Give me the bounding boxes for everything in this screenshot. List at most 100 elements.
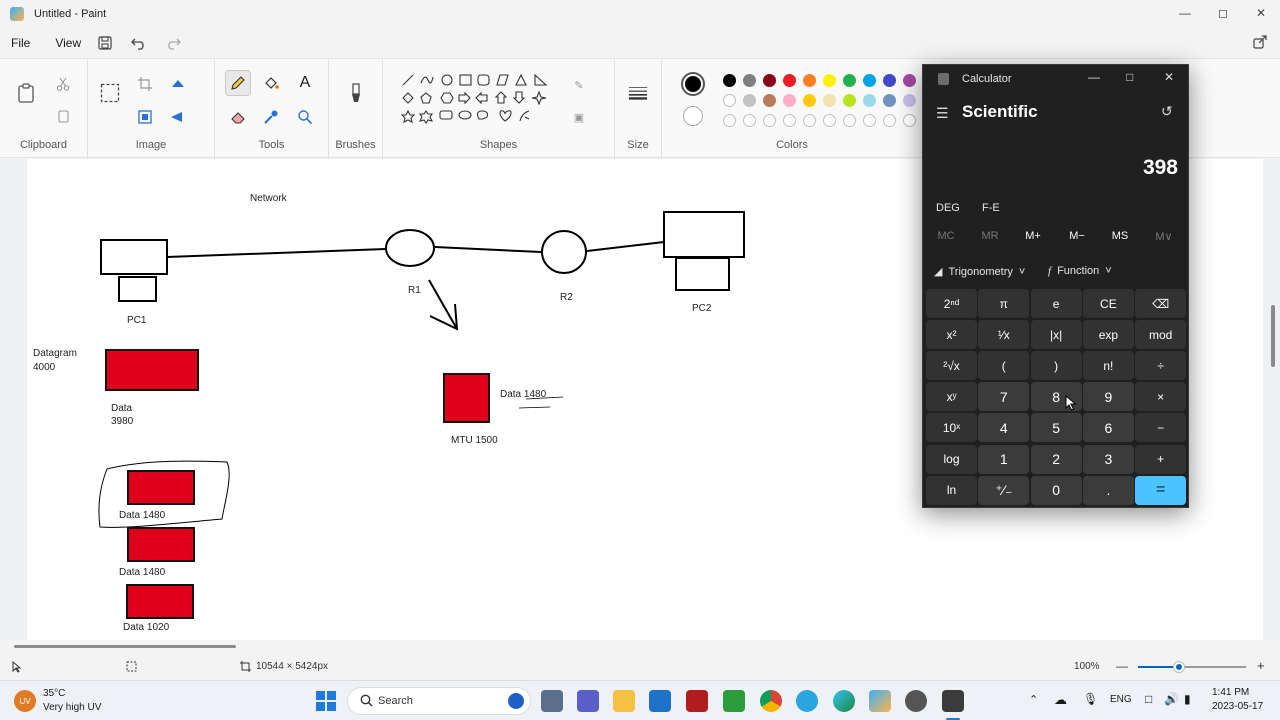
nav-menu-icon[interactable]: ☰	[936, 105, 949, 122]
deg-toggle[interactable]: DEG	[936, 202, 960, 214]
rotate-icon[interactable]	[168, 74, 188, 94]
size-icon[interactable]	[628, 83, 648, 103]
color-swatch[interactable]	[763, 94, 776, 107]
outline-icon[interactable]: ✎	[569, 75, 589, 95]
equals-key[interactable]: =	[1135, 475, 1187, 505]
shapes-gallery[interactable]	[401, 73, 549, 125]
volume-icon[interactable]: 🔊	[1164, 692, 1179, 706]
file-explorer-icon[interactable]	[613, 690, 635, 712]
zoom-slider-track[interactable]	[1138, 662, 1246, 672]
clear-entry-key[interactable]: CE	[1082, 289, 1134, 318]
color-swatch[interactable]	[723, 94, 736, 107]
exp-key[interactable]: exp	[1082, 320, 1134, 350]
digit-5-key[interactable]: 5	[1030, 413, 1082, 443]
undo-icon[interactable]	[129, 33, 149, 53]
color-swatch[interactable]	[803, 94, 816, 107]
menu-view[interactable]: View	[55, 36, 81, 50]
color-picker-icon[interactable]	[261, 107, 281, 127]
color-swatch[interactable]	[843, 94, 856, 107]
digit-1-key[interactable]: 1	[978, 444, 1030, 474]
weather-icon[interactable]: UV	[14, 690, 36, 712]
calculator-taskbar-icon[interactable]	[942, 690, 964, 712]
absolute-key[interactable]: |x|	[1030, 320, 1082, 350]
plus-key[interactable]: +	[1135, 444, 1187, 474]
shape-fill-icon[interactable]: ▣	[569, 107, 589, 127]
custom-color-slot[interactable]	[903, 114, 916, 127]
start-icon[interactable]	[316, 691, 336, 711]
custom-color-slot[interactable]	[723, 114, 736, 127]
color-swatch[interactable]	[743, 94, 756, 107]
teams-icon[interactable]	[577, 690, 599, 712]
color-swatch[interactable]	[843, 74, 856, 87]
color-swatch[interactable]	[783, 74, 796, 87]
function-dropdown[interactable]: f Function ˅	[1048, 265, 1112, 277]
digit-4-key[interactable]: 4	[978, 413, 1030, 443]
taskbar-search[interactable]: Search	[347, 687, 531, 715]
digit-2-key[interactable]: 2	[1030, 444, 1082, 474]
color-swatch[interactable]	[903, 74, 916, 87]
custom-color-slot[interactable]	[783, 114, 796, 127]
color-swatch[interactable]	[883, 74, 896, 87]
open-paren-key[interactable]: (	[978, 351, 1030, 381]
chrome-icon[interactable]	[760, 690, 782, 712]
clock-time[interactable]: 1:41 PM	[1212, 687, 1249, 698]
zoom-out-button[interactable]: —	[1116, 659, 1128, 673]
maximize-button[interactable]: ◻	[1204, 0, 1242, 26]
brush-icon[interactable]	[346, 83, 366, 103]
color-swatch[interactable]	[803, 74, 816, 87]
color-swatch[interactable]	[823, 74, 836, 87]
fe-toggle[interactable]: F-E	[982, 202, 1000, 214]
resize-icon[interactable]	[135, 107, 155, 127]
color-swatch[interactable]	[743, 74, 756, 87]
decimal-key[interactable]: .	[1082, 475, 1134, 505]
multiply-key[interactable]: ×	[1135, 382, 1187, 412]
calc-maximize-button[interactable]: □	[1126, 70, 1133, 84]
close-button[interactable]: ✕	[1242, 0, 1280, 26]
custom-color-slot[interactable]	[763, 114, 776, 127]
color-swatch[interactable]	[823, 94, 836, 107]
color-swatch[interactable]	[883, 94, 896, 107]
mod-key[interactable]: mod	[1135, 320, 1187, 350]
custom-color-slot[interactable]	[823, 114, 836, 127]
color-swatch[interactable]	[763, 74, 776, 87]
tray-overflow-icon[interactable]: ⌃	[1029, 693, 1038, 706]
horizontal-scrollbar[interactable]	[14, 645, 236, 648]
cut-icon[interactable]	[53, 74, 73, 94]
digit-6-key[interactable]: 6	[1082, 413, 1134, 443]
select-icon[interactable]	[100, 83, 120, 103]
edge-icon[interactable]	[833, 690, 855, 712]
zoom-slider-thumb[interactable]	[1174, 662, 1184, 672]
color-swatch[interactable]	[903, 94, 916, 107]
log-key[interactable]: log	[926, 444, 977, 474]
digit-0-key[interactable]: 0	[1030, 475, 1082, 505]
share-icon[interactable]	[1252, 34, 1270, 52]
custom-color-slot[interactable]	[863, 114, 876, 127]
memory-recall-button[interactable]: MR	[968, 230, 1012, 242]
close-paren-key[interactable]: )	[1030, 351, 1082, 381]
factorial-key[interactable]: n!	[1082, 351, 1134, 381]
color-swatch[interactable]	[863, 74, 876, 87]
square-key[interactable]: x²	[926, 320, 977, 350]
memory-add-button[interactable]: M+	[1011, 230, 1055, 242]
battery-icon[interactable]: ▮	[1184, 692, 1191, 706]
color-swatch[interactable]	[783, 94, 796, 107]
pi-key[interactable]: π	[978, 289, 1030, 318]
divide-key[interactable]: ÷	[1135, 351, 1187, 381]
crop-icon[interactable]	[135, 74, 155, 94]
paint-taskbar-icon[interactable]	[869, 690, 891, 712]
eraser-icon[interactable]	[228, 107, 248, 127]
calc-minimize-button[interactable]: —	[1088, 70, 1100, 84]
color-swatch[interactable]	[863, 94, 876, 107]
custom-color-slot[interactable]	[803, 114, 816, 127]
zoom-in-button[interactable]: +	[1257, 658, 1265, 673]
save-icon[interactable]	[95, 33, 115, 53]
memory-clear-button[interactable]: MC	[924, 230, 968, 242]
text-icon[interactable]: A	[295, 73, 315, 93]
memory-list-button[interactable]: M∨	[1142, 230, 1186, 243]
negate-key[interactable]: ⁺⁄₋	[978, 475, 1030, 505]
mail-icon[interactable]	[649, 690, 671, 712]
minimize-button[interactable]: —	[1166, 0, 1204, 26]
minus-key[interactable]: −	[1135, 413, 1187, 443]
euler-key[interactable]: e	[1030, 289, 1082, 318]
reciprocal-key[interactable]: ¹⁄x	[978, 320, 1030, 350]
